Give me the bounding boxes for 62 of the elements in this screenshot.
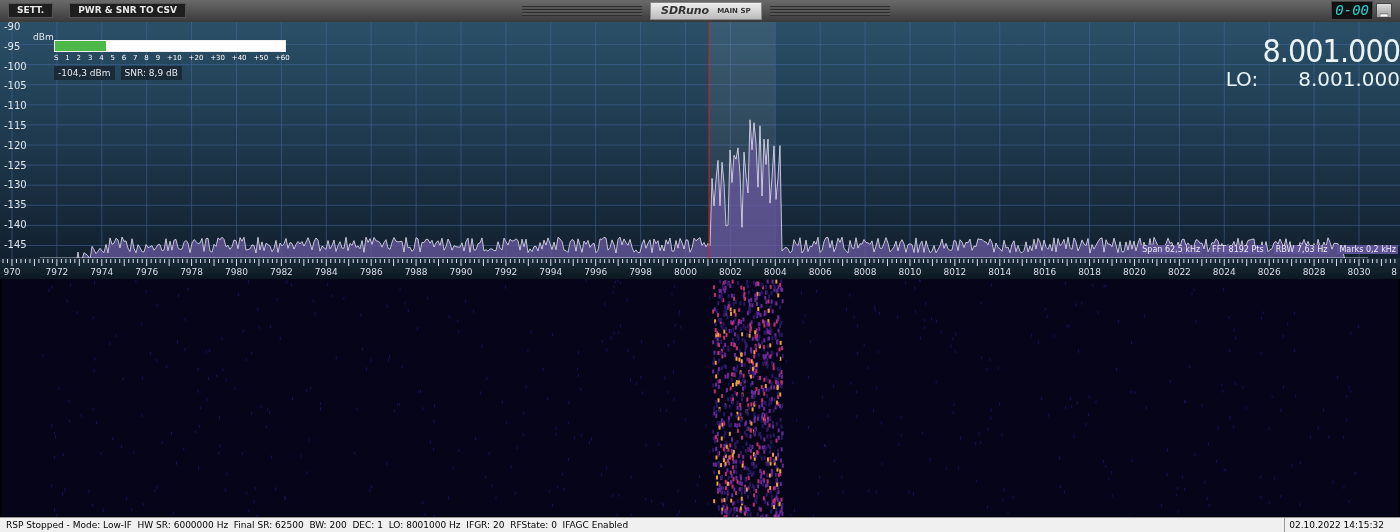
snr-reading: SNR: 8,9 dB xyxy=(120,65,182,80)
x-axis-label: 8000 xyxy=(674,266,697,277)
spectrum-info: FFT 8192 Pts xyxy=(1210,244,1266,254)
power-reading: -104,3 dBm xyxy=(54,65,115,80)
y-axis-label: -100 xyxy=(4,61,27,72)
spectrum-info: Span 62,5 kHz xyxy=(1140,244,1203,254)
x-axis-label: 7992 xyxy=(494,266,518,277)
x-axis-label: 7998 xyxy=(629,266,653,277)
y-axis-label: -120 xyxy=(4,140,27,151)
lo-label: LO: xyxy=(1225,67,1259,90)
x-axis-label: 8012 xyxy=(943,266,967,277)
x-axis-label: 7990 xyxy=(449,266,473,277)
x-axis-label: 7972 xyxy=(45,266,69,277)
x-axis-label: 8030 xyxy=(1347,266,1371,277)
status-text: RSP Stopped - Mode: Low-IF HW SR: 6000000 Hz Final SR: 62500 BW: 200 DEC: 1 LO: 8001000 Hz IFGR: 20 RFState: 0 IFAGC Enabled xyxy=(5,520,629,530)
x-axis-label: 8022 xyxy=(1167,266,1191,277)
x-axis-label: 8 xyxy=(1391,266,1397,277)
frequency-display: 8.001.000 xyxy=(1262,33,1400,68)
x-axis-label: 8020 xyxy=(1123,266,1146,277)
x-axis-label: 8014 xyxy=(988,266,1012,277)
y-axis-label: -125 xyxy=(4,160,27,171)
clock-display: 0-00 xyxy=(1331,1,1373,21)
x-axis-label: 970 xyxy=(3,266,21,277)
x-axis-label: 8018 xyxy=(1078,266,1102,277)
minimize-icon xyxy=(1380,13,1388,18)
x-axis-label: 8002 xyxy=(718,266,742,277)
x-axis-label: 8028 xyxy=(1302,266,1326,277)
toolbar-button[interactable]: SETT. xyxy=(8,3,54,19)
x-axis-label: 7982 xyxy=(269,266,293,277)
y-axis-label: -115 xyxy=(4,121,27,131)
x-axis-label: 7984 xyxy=(314,266,338,277)
x-axis-label: 8026 xyxy=(1257,266,1281,277)
unit-label: dBm xyxy=(33,31,54,42)
y-axis-label: -90 xyxy=(4,21,22,32)
x-axis-label: 8008 xyxy=(853,266,877,277)
lo-frequency: 8.001.000 xyxy=(1298,67,1400,90)
status-time: 02.10.2022 14:15:32 xyxy=(1284,518,1400,532)
y-axis-label: -145 xyxy=(4,239,27,250)
x-axis-label: 7994 xyxy=(539,266,563,277)
x-axis-label: 7974 xyxy=(90,266,114,277)
x-axis-label: 7980 xyxy=(225,266,248,277)
y-axis-label: -95 xyxy=(4,41,22,52)
spectrum-info: RBW 7,63 Hz xyxy=(1273,244,1330,254)
x-axis-label: 7978 xyxy=(180,266,204,277)
x-axis-label: 8010 xyxy=(898,266,922,277)
y-axis-label: -135 xyxy=(4,200,27,211)
y-axis-label: -110 xyxy=(4,101,27,112)
y-axis-label: -105 xyxy=(4,81,27,92)
x-axis-label: 7996 xyxy=(584,266,608,277)
x-axis-label: 8024 xyxy=(1212,266,1236,277)
x-axis-label: 8006 xyxy=(808,266,832,277)
x-axis-label: 8016 xyxy=(1033,266,1057,277)
y-axis-label: -140 xyxy=(4,220,27,231)
x-axis-label: 7988 xyxy=(404,266,428,277)
logo-text: SDRuno xyxy=(660,4,710,18)
spectrum-info: Marks 0,2 kHz xyxy=(1337,244,1398,254)
x-axis-label: 7976 xyxy=(135,266,159,277)
x-axis-label: 8004 xyxy=(763,266,787,277)
minimize-button[interactable] xyxy=(1376,3,1392,19)
x-axis-label: 7986 xyxy=(359,266,383,277)
y-axis-label: -130 xyxy=(4,180,27,191)
toolbar-button[interactable]: PWR & SNR TO CSV xyxy=(69,3,186,19)
